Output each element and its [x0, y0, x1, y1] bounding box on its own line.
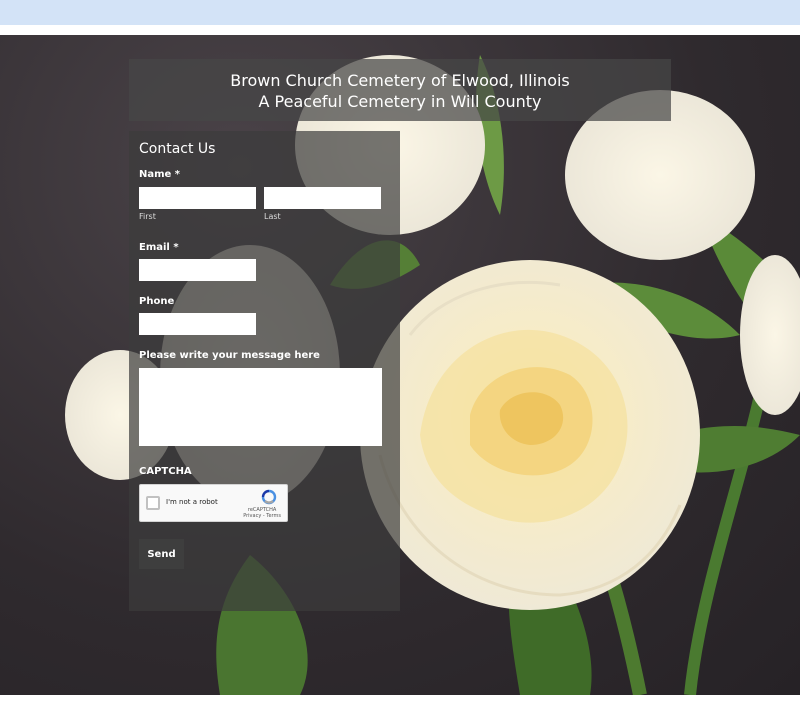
name-label: Name * [139, 169, 181, 180]
first-sublabel: First [139, 212, 156, 221]
contact-form-panel: Contact Us Name * First Last Email * Pho… [129, 131, 400, 611]
site-subtitle: A Peaceful Cemetery in Will County [258, 92, 542, 111]
captcha-checkbox[interactable] [146, 496, 160, 510]
recaptcha-widget: I'm not a robot reCAPTCHA Privacy - Term… [139, 484, 288, 522]
message-field[interactable] [139, 368, 382, 446]
last-name-field[interactable] [264, 187, 381, 209]
phone-label: Phone [139, 296, 175, 307]
hero-background [0, 35, 800, 695]
contact-form-title: Contact Us [139, 141, 216, 157]
recaptcha-links[interactable]: Privacy - Terms [243, 513, 281, 519]
message-label: Please write your message here [139, 350, 320, 361]
recaptcha-branding: reCAPTCHA Privacy - Terms [243, 507, 281, 519]
top-banner-bar [0, 0, 800, 25]
email-label: Email * [139, 242, 179, 253]
email-field[interactable] [139, 259, 256, 281]
white-roses-photo [65, 55, 800, 695]
first-name-field[interactable] [139, 187, 256, 209]
captcha-checkbox-text: I'm not a robot [166, 498, 218, 506]
recaptcha-icon [261, 489, 277, 505]
page-footer-strip [0, 695, 800, 717]
phone-field[interactable] [139, 313, 256, 335]
site-title: Brown Church Cemetery of Elwood, Illinoi… [230, 71, 570, 90]
last-sublabel: Last [264, 212, 281, 221]
send-button[interactable]: Send [139, 539, 184, 569]
captcha-label: CAPTCHA [139, 466, 192, 477]
site-header: Brown Church Cemetery of Elwood, Illinoi… [129, 59, 671, 121]
